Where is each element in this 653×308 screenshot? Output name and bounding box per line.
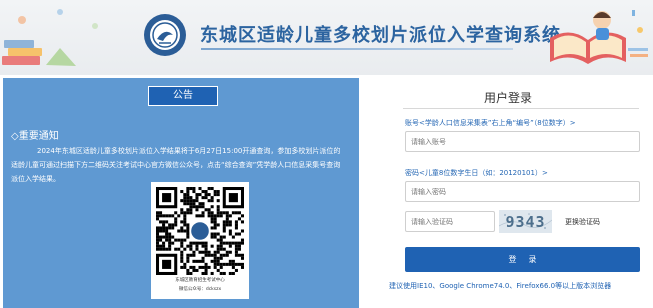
account-input[interactable] [405, 131, 640, 152]
announcement-tab[interactable]: 公告 [148, 86, 218, 106]
account-field-label: 账号<学龄人口信息采集表”右上角“编号”（8位数字）> [405, 119, 576, 127]
notice-body: 2024年东城区适龄儿童多校划片派位入学结果将于6月27日15:00开通查询，参… [11, 147, 341, 183]
captcha-image[interactable]: 9343 [499, 210, 552, 233]
decorative-books-illustration [2, 9, 98, 66]
wechat-qr-card: 东城区教育招生考试中心 微信公众号：dckszx [151, 182, 249, 299]
login-divider [403, 108, 639, 109]
password-input[interactable] [405, 181, 640, 202]
education-bureau-logo [144, 14, 186, 56]
announcement-panel: 公告 ◇重要通知 2024年东城区适龄儿童多校划片派位入学结果将于6月27日15… [3, 78, 359, 308]
login-panel: 用户登录 账号<学龄人口信息采集表”右上角“编号”（8位数字）> 密码<儿童8位… [365, 78, 653, 308]
login-button[interactable]: 登录 [405, 247, 640, 272]
refresh-captcha-link[interactable]: 更换验证码 [565, 217, 600, 227]
browser-recommendation-note: 建议使用IE10、Google Chrome74.0、Firefox66.0等以… [389, 282, 612, 290]
reading-child-illustration [550, 10, 648, 64]
login-title: 用户登录 [484, 91, 533, 105]
header-banner: 东城区适龄儿童多校划片派位入学查询系统 [0, 0, 653, 75]
site-title: 东城区适龄儿童多校划片派位入学查询系统 [200, 25, 561, 46]
qr-caption-org: 东城区教育招生考试中心 [175, 278, 225, 283]
captcha-text: 9343 [505, 213, 545, 231]
password-field-label: 密码<儿童8位数字生日（如：20120101）> [405, 169, 548, 177]
notice-heading: ◇重要通知 [11, 131, 59, 142]
wechat-qr-code-image [156, 187, 244, 275]
qr-caption-account: 微信公众号：dckszx [178, 287, 222, 292]
captcha-input[interactable] [405, 211, 495, 232]
title-underline [201, 48, 513, 50]
